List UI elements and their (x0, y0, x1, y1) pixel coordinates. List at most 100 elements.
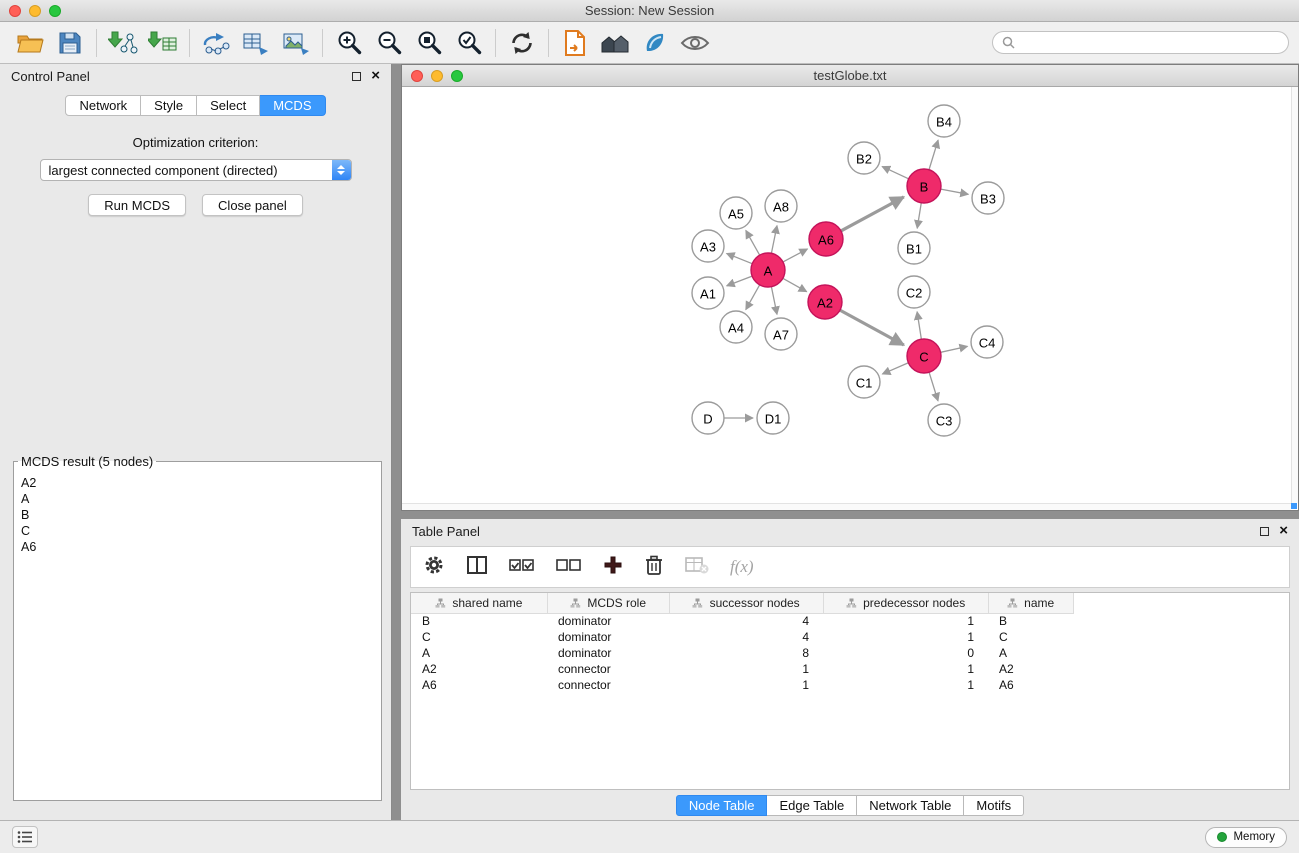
node-A2[interactable]: A2 (808, 285, 842, 319)
edge-B-B1[interactable] (917, 203, 921, 228)
node-A3[interactable]: A3 (692, 230, 724, 262)
node-C3[interactable]: C3 (928, 404, 960, 436)
edge-C-C2[interactable] (917, 312, 921, 339)
deselect-all-button[interactable] (556, 556, 582, 579)
close-panel-icon[interactable]: × (371, 70, 380, 82)
node-B4[interactable]: B4 (928, 105, 960, 137)
edge-A-A8[interactable] (771, 226, 777, 254)
table-row[interactable]: A2connector11A2 (411, 661, 1289, 677)
panel-divider[interactable] (401, 511, 1299, 519)
import-network-button[interactable] (103, 25, 143, 61)
search-box[interactable] (992, 31, 1289, 54)
add-column-button[interactable] (603, 555, 623, 580)
node-C1[interactable]: C1 (848, 366, 880, 398)
mcds-result-item[interactable]: B (21, 507, 381, 523)
edge-C-C4[interactable] (941, 346, 968, 352)
node-A[interactable]: A (751, 253, 785, 287)
criterion-dropdown[interactable]: largest connected component (directed) (40, 159, 352, 181)
edge-A6-B[interactable] (841, 197, 904, 231)
edge-A-A4[interactable] (746, 285, 760, 310)
resize-grip[interactable] (1291, 503, 1297, 509)
show-columns-button[interactable] (466, 555, 488, 580)
zoom-in-button[interactable] (329, 25, 369, 61)
network-file-button[interactable] (555, 25, 595, 61)
show-graphics-details-button[interactable] (675, 25, 715, 61)
minimize-network-window-button[interactable] (431, 70, 443, 82)
zoom-selected-button[interactable] (449, 25, 489, 61)
edge-B-B4[interactable] (929, 140, 938, 170)
edge-A-A1[interactable] (727, 276, 752, 286)
edge-B-B2[interactable] (882, 166, 908, 178)
horizontal-scrollbar[interactable] (402, 503, 1291, 510)
node-A1[interactable]: A1 (692, 277, 724, 309)
node-C2[interactable]: C2 (898, 276, 930, 308)
delete-column-button[interactable] (644, 554, 664, 581)
edge-A2-C[interactable] (840, 310, 904, 345)
close-network-window-button[interactable] (411, 70, 423, 82)
table-row[interactable]: Bdominator41B (411, 613, 1289, 629)
select-all-button[interactable] (509, 556, 535, 579)
node-C[interactable]: C (907, 339, 941, 373)
tab-style[interactable]: Style (141, 95, 197, 116)
node-D1[interactable]: D1 (757, 402, 789, 434)
edge-B-B3[interactable] (941, 189, 969, 194)
edge-A-A3[interactable] (727, 253, 753, 263)
table-settings-button[interactable] (423, 554, 445, 581)
show-panels-button[interactable] (12, 826, 38, 848)
column-header-MCDS-role[interactable]: MCDS role (547, 593, 669, 613)
column-header-predecessor-nodes[interactable]: predecessor nodes (823, 593, 988, 613)
tab-network[interactable]: Network (65, 95, 141, 116)
delete-table-button[interactable] (685, 555, 709, 580)
export-image-button[interactable] (276, 25, 316, 61)
node-D[interactable]: D (692, 402, 724, 434)
close-panel-button[interactable]: Close panel (202, 194, 303, 216)
node-B2[interactable]: B2 (848, 142, 880, 174)
node-B1[interactable]: B1 (898, 232, 930, 264)
edge-A-A7[interactable] (771, 287, 777, 315)
tab-mcds[interactable]: MCDS (260, 95, 325, 116)
node-A8[interactable]: A8 (765, 190, 797, 222)
column-header-successor-nodes[interactable]: successor nodes (669, 593, 823, 613)
mcds-result-item[interactable]: A2 (21, 475, 381, 491)
tab-network-table[interactable]: Network Table (857, 795, 964, 816)
tab-motifs[interactable]: Motifs (964, 795, 1024, 816)
node-A7[interactable]: A7 (765, 318, 797, 350)
zoom-out-button[interactable] (369, 25, 409, 61)
table-row[interactable]: Cdominator41C (411, 629, 1289, 645)
tab-select[interactable]: Select (197, 95, 260, 116)
node-A4[interactable]: A4 (720, 311, 752, 343)
tab-edge-table[interactable]: Edge Table (767, 795, 857, 816)
mcds-result-item[interactable]: C (21, 523, 381, 539)
diffusion-button[interactable] (635, 25, 675, 61)
float-panel-icon[interactable] (352, 72, 361, 81)
mcds-result-item[interactable]: A (21, 491, 381, 507)
table-row[interactable]: Adominator80A (411, 645, 1289, 661)
export-table-button[interactable] (236, 25, 276, 61)
export-network-button[interactable] (196, 25, 236, 61)
edge-A-A6[interactable] (783, 249, 807, 262)
node-B3[interactable]: B3 (972, 182, 1004, 214)
float-table-panel-icon[interactable] (1260, 527, 1269, 536)
column-header-shared-name[interactable]: shared name (411, 593, 547, 613)
save-session-button[interactable] (50, 25, 90, 61)
node-A6[interactable]: A6 (809, 222, 843, 256)
search-input[interactable] (1020, 36, 1279, 50)
zoom-network-window-button[interactable] (451, 70, 463, 82)
edge-A-A2[interactable] (783, 278, 807, 291)
import-table-button[interactable] (143, 25, 183, 61)
edge-C-C1[interactable] (882, 363, 908, 374)
node-A5[interactable]: A5 (720, 197, 752, 229)
refresh-button[interactable] (502, 25, 542, 61)
minimize-window-button[interactable] (29, 5, 41, 17)
tab-node-table[interactable]: Node Table (676, 795, 768, 816)
run-mcds-button[interactable]: Run MCDS (88, 194, 186, 216)
mcds-result-item[interactable]: A6 (21, 539, 381, 555)
edge-C-C3[interactable] (929, 372, 938, 401)
zoom-window-button[interactable] (49, 5, 61, 17)
node-C4[interactable]: C4 (971, 326, 1003, 358)
node-B[interactable]: B (907, 169, 941, 203)
column-header-name[interactable]: name (988, 593, 1073, 613)
table-row[interactable]: A6connector11A6 (411, 677, 1289, 693)
zoom-fit-button[interactable] (409, 25, 449, 61)
close-window-button[interactable] (9, 5, 21, 17)
